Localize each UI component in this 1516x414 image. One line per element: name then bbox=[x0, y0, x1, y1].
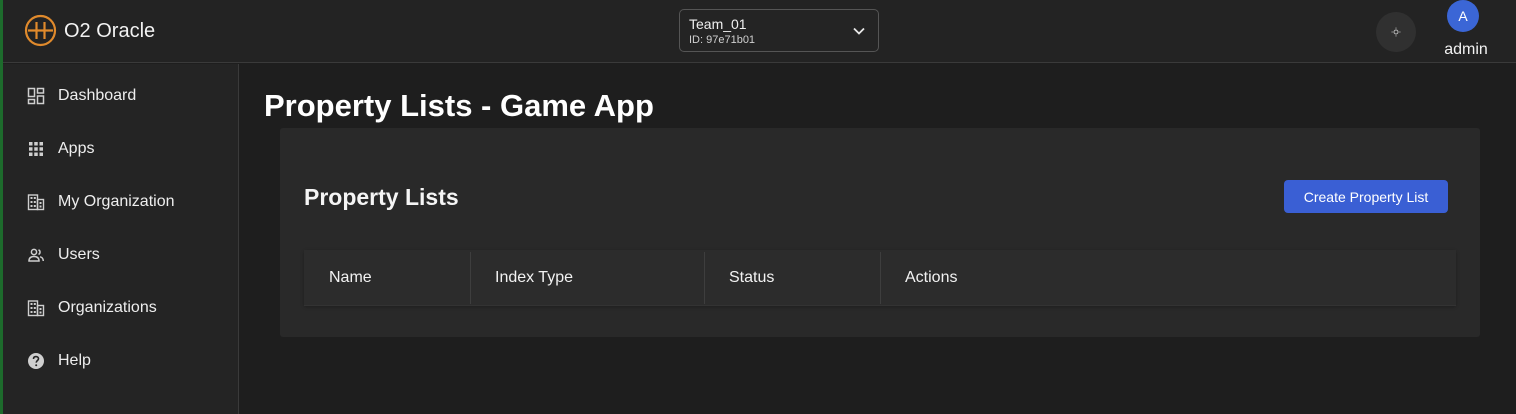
card-title: Property Lists bbox=[304, 184, 459, 210]
building-icon bbox=[27, 194, 45, 211]
top-bar: O2 Oracle Team_01 ID: 97e71b01 A admin bbox=[3, 0, 1516, 63]
sidebar-item-apps[interactable]: Apps bbox=[3, 124, 239, 177]
sidebar-item-my-organization[interactable]: My Organization bbox=[3, 177, 239, 230]
property-lists-card: Property Lists Create Property List Name… bbox=[280, 128, 1480, 337]
column-header-status[interactable]: Status bbox=[729, 250, 774, 306]
create-property-list-button[interactable]: Create Property List bbox=[1284, 180, 1448, 213]
dashboard-icon bbox=[27, 87, 45, 105]
avatar[interactable]: A bbox=[1447, 0, 1479, 32]
team-selector[interactable]: Team_01 ID: 97e71b01 bbox=[679, 9, 879, 52]
sidebar-item-label: My Organization bbox=[58, 193, 175, 210]
help-icon bbox=[28, 353, 44, 369]
column-divider[interactable] bbox=[470, 252, 471, 304]
username[interactable]: admin bbox=[1437, 41, 1495, 59]
chevron-down-icon bbox=[853, 27, 865, 35]
apps-grid-icon bbox=[29, 142, 43, 156]
sun-icon bbox=[1391, 27, 1401, 37]
team-name: Team_01 bbox=[689, 16, 747, 32]
sidebar-item-users[interactable]: Users bbox=[3, 230, 239, 283]
sidebar-item-label: Dashboard bbox=[58, 87, 137, 104]
column-header-index-type[interactable]: Index Type bbox=[495, 250, 573, 306]
sidebar-item-label: Apps bbox=[58, 140, 95, 157]
sidebar-item-label: Users bbox=[58, 246, 100, 263]
sidebar-item-dashboard[interactable]: Dashboard bbox=[3, 71, 239, 124]
building-icon bbox=[27, 300, 45, 317]
column-header-name[interactable]: Name bbox=[329, 250, 372, 306]
sidebar-item-organizations[interactable]: Organizations bbox=[3, 283, 239, 336]
table-header: Name Index Type Status Actions bbox=[304, 250, 1456, 306]
o2-oracle-logo-icon[interactable] bbox=[24, 14, 57, 47]
team-id: ID: 97e71b01 bbox=[689, 34, 756, 46]
column-divider[interactable] bbox=[880, 252, 881, 304]
sidebar: Dashboard Apps My Organization Users Org… bbox=[3, 64, 239, 414]
page-title: Property Lists - Game App bbox=[264, 88, 654, 123]
sidebar-item-label: Organizations bbox=[58, 299, 157, 316]
column-divider[interactable] bbox=[704, 252, 705, 304]
sidebar-item-help[interactable]: Help bbox=[3, 336, 239, 389]
sidebar-item-label: Help bbox=[58, 352, 91, 369]
column-header-actions[interactable]: Actions bbox=[905, 250, 957, 306]
theme-toggle-button[interactable] bbox=[1376, 12, 1416, 52]
users-icon bbox=[28, 248, 45, 262]
app-brand[interactable]: O2 Oracle bbox=[64, 20, 155, 43]
